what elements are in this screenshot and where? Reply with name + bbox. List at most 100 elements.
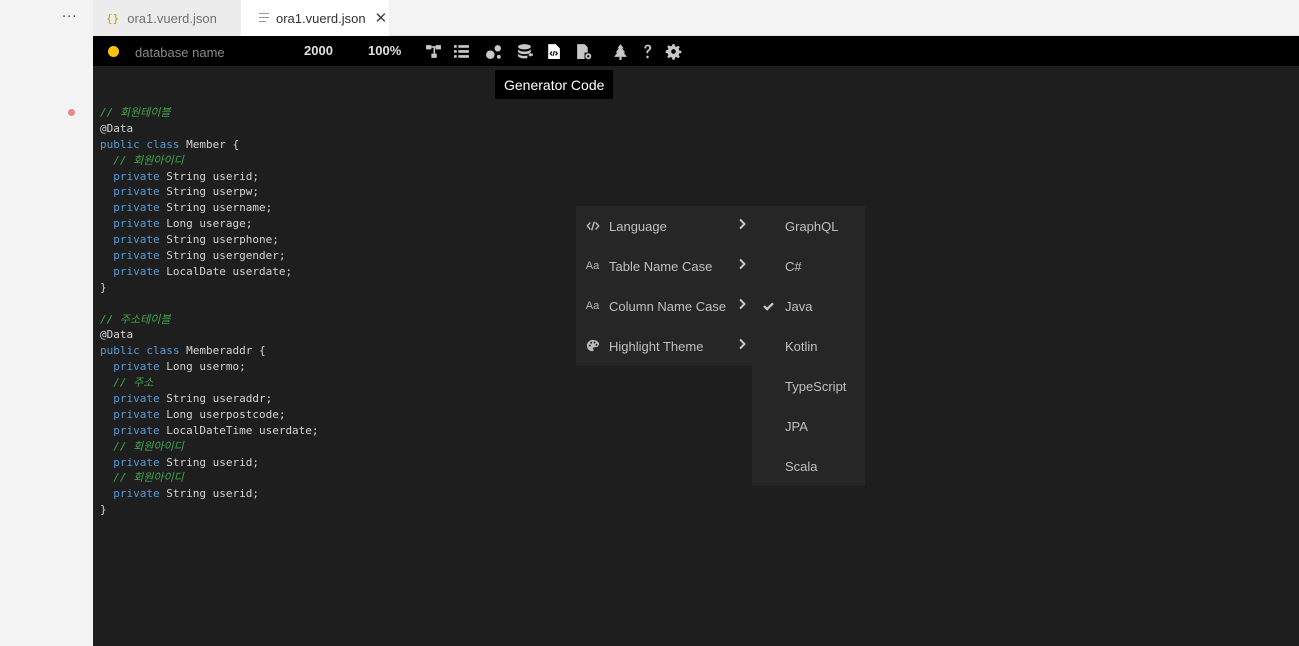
submenu-item-label: C# <box>785 258 802 274</box>
submenu-item-label: Kotlin <box>785 338 818 354</box>
code-line: @Data <box>100 121 319 137</box>
code-text: String userid; <box>159 169 259 183</box>
code-line: public class Memberaddr { <box>100 343 319 359</box>
more-actions-icon[interactable]: ··· <box>62 10 77 25</box>
code-comment: // 회원아이디 <box>113 153 184 167</box>
tab-ora1-vuerd-json-2[interactable]: ora1.vuerd.json ✕ <box>241 0 389 36</box>
canvas-size-value[interactable]: 2000 <box>304 43 333 58</box>
code-line: private Long usermo; <box>100 359 319 375</box>
code-text: Member { <box>179 137 240 151</box>
chevron-right-icon <box>736 258 748 270</box>
submenu-item-jpa[interactable]: JPA <box>752 406 865 446</box>
code-line: private String usergender; <box>100 248 319 264</box>
code-line: // 주소테이블 <box>100 312 319 328</box>
code-comment: // 주소테이블 <box>100 312 171 326</box>
code-line: // 회원아이디 <box>100 439 319 455</box>
code-text: String useraddr; <box>159 392 273 406</box>
code-text: Long userage; <box>159 217 253 231</box>
code-text: @Data <box>100 328 134 342</box>
breakpoint-dot <box>68 109 75 116</box>
submenu-item-graphql[interactable]: GraphQL <box>752 206 865 246</box>
code-text: } <box>100 280 107 294</box>
code-keyword: private <box>113 185 160 199</box>
code-keyword: private <box>113 201 160 215</box>
tab-label: ora1.vuerd.json <box>127 10 217 26</box>
code-text: String username; <box>159 201 273 215</box>
text-case-icon: Aa <box>585 300 600 312</box>
code-text: String usergender; <box>159 249 286 263</box>
code-text: @Data <box>100 121 134 135</box>
code-keyword: private <box>113 407 160 421</box>
code-line: private String userid; <box>100 455 319 471</box>
submenu-item-label: TypeScript <box>785 378 847 394</box>
code-text: String userid; <box>159 487 259 501</box>
erd-toolbar: 2000 100% <box>93 36 1299 66</box>
menu-item-label: Language <box>609 218 667 234</box>
submenu-item-java[interactable]: Java <box>752 286 865 326</box>
check-icon <box>752 300 785 313</box>
close-icon[interactable]: ✕ <box>375 9 388 27</box>
file-settings-icon[interactable] <box>574 42 592 60</box>
generator-code-icon[interactable] <box>544 42 562 60</box>
code-comment: // 회원아이디 <box>113 471 184 485</box>
submenu-item-kotlin[interactable]: Kotlin <box>752 326 865 366</box>
menu-item-column-name-case[interactable]: Aa Column Name Case <box>576 286 764 326</box>
help-icon[interactable] <box>638 42 656 60</box>
menu-item-language[interactable]: Language <box>576 206 764 246</box>
tree-icon[interactable] <box>611 42 629 60</box>
chevron-right-icon <box>736 298 748 310</box>
submenu-item-typescript[interactable]: TypeScript <box>752 366 865 406</box>
code-line: private LocalDateTime userdate; <box>100 423 318 439</box>
code-line: // 회원아이디 <box>100 153 319 169</box>
generated-code: // 회원테이블 @Data public class Member { // 회원… <box>100 105 319 518</box>
code-text: String userid; <box>159 455 259 469</box>
database-import-icon[interactable] <box>516 42 534 60</box>
chevron-right-icon <box>736 218 748 230</box>
code-line: private String userid; <box>100 169 319 185</box>
relationship-icon[interactable] <box>424 42 442 60</box>
code-comment: // 회원아이디 <box>113 439 184 453</box>
code-keyword: private <box>113 249 160 263</box>
submenu-item-label: GraphQL <box>785 218 839 234</box>
code-keyword: private <box>113 423 160 437</box>
menu-item-highlight-theme[interactable]: Highlight Theme <box>576 326 764 366</box>
code-keyword: private <box>113 169 160 183</box>
menu-item-label: Column Name Case <box>609 298 727 314</box>
code-keyword: private <box>113 455 160 469</box>
menu-item-label: Highlight Theme <box>609 338 704 354</box>
code-line: private String userpw; <box>100 184 319 200</box>
submenu-item-scala[interactable]: Scala <box>752 446 865 486</box>
menu-item-label: Table Name Case <box>609 258 713 274</box>
menu-item-table-name-case[interactable]: Aa Table Name Case <box>576 246 764 286</box>
tab-ora1-vuerd-json-1[interactable]: {} ora1.vuerd.json <box>93 0 241 36</box>
submenu-item-csharp[interactable]: C# <box>752 246 865 286</box>
code-keyword: public class <box>100 344 180 358</box>
visualization-icon[interactable] <box>484 42 502 60</box>
tab-label: ora1.vuerd.json <box>276 10 366 26</box>
code-line: private String userid; <box>100 486 319 502</box>
code-icon <box>576 219 609 233</box>
list-icon[interactable] <box>452 42 470 60</box>
settings-icon[interactable] <box>664 42 682 60</box>
zoom-value[interactable]: 100% <box>368 43 401 58</box>
code-line: private String userphone; <box>100 232 319 248</box>
json-braces-icon: {} <box>106 11 120 25</box>
code-line: public class Member { <box>100 137 319 153</box>
code-line: // 주소 <box>100 375 319 391</box>
code-line: @Data <box>100 327 319 343</box>
text-case-icon: Aa <box>585 260 600 272</box>
erd-editor: 2000 100% Generator Code // 회원테이블 <box>93 36 1299 646</box>
code-text: Memberaddr { <box>179 344 266 358</box>
code-line: private String username; <box>100 200 319 216</box>
database-name-input[interactable] <box>135 43 285 61</box>
